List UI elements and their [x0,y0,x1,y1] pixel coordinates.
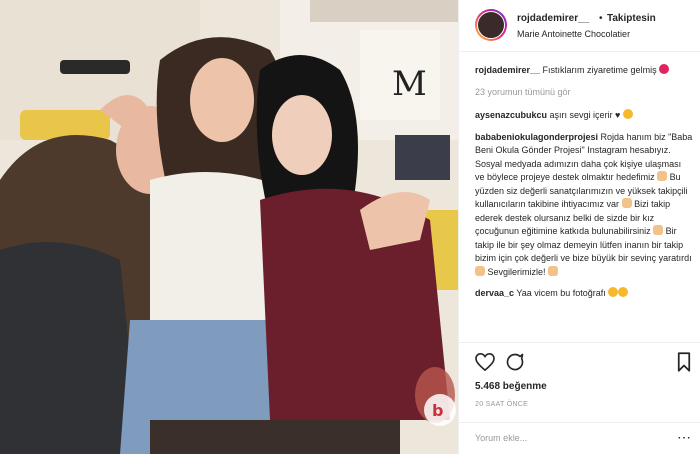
hands-emoji-icon [548,265,559,276]
header-username[interactable]: rojdademirer__ [517,13,589,24]
instagram-post: M b rojdademirer__ • Takiptesin Marie An… [0,0,700,454]
add-comment-bar: Yorum ekle... ⋯ [459,422,700,455]
photo-illustration: M b [0,0,458,454]
comment-item: dervaa_c Yaa vicem bu fotoğrafı [475,287,693,301]
svg-text:b: b [432,401,443,420]
follow-status-button[interactable]: Takiptesin [607,13,656,24]
heart-emoji-icon [659,64,670,74]
location-link[interactable]: Marie Antoinette Chocolatier [517,29,630,39]
caption-username[interactable]: rojdademirer__ [475,65,540,75]
hands-emoji-icon [621,198,632,208]
hands-emoji-icon [657,171,668,181]
comment-item: bababeniokulagonderprojesi Rojda hanım b… [475,131,693,280]
bookmark-icon[interactable] [677,352,691,372]
svg-text:M: M [392,64,427,104]
post-header: rojdademirer__ • Takiptesin Marie Antoin… [459,0,700,52]
comment-text: Yaa vicem bu fotoğrafı [516,288,606,298]
comment-text: aşırı sevgi içerir ♥ [549,110,621,120]
post-timestamp: 20 SAAT ÖNCE [475,401,529,408]
post-photo[interactable]: M b [0,0,458,454]
comment-text-5: Sevgilerimizle! [487,266,546,277]
add-comment-input[interactable]: Yorum ekle... [475,433,527,443]
more-options-icon[interactable]: ⋯ [677,429,691,446]
avatar[interactable] [475,9,507,41]
comment-username[interactable]: bababeniokulagonderprojesi [475,132,598,142]
header-separator: • [599,13,603,24]
comment-username[interactable]: dervaa_c [475,288,514,298]
comments-list: rojdademirer__ Fıstıklarım ziyaretime ge… [475,64,693,309]
comment-icon[interactable] [505,352,525,372]
heart-icon[interactable] [475,353,495,371]
likes-count[interactable]: 5.468 beğenme [475,381,547,392]
heart-eyes-emoji-icon [622,109,633,119]
comment-item: aysenazcubukcu aşırı sevgi içerir ♥ [475,109,693,123]
caption-text: Fıstıklarım ziyaretime gelmiş [542,65,657,75]
heart-eyes-emoji-icon [618,287,629,297]
action-bar: 5.468 beğenme 20 SAAT ÖNCE [459,342,700,423]
comment-username[interactable]: aysenazcubukcu [475,110,547,120]
post-sidebar: rojdademirer__ • Takiptesin Marie Antoin… [458,0,700,454]
hands-emoji-icon [475,265,485,276]
heart-eyes-emoji-icon [608,287,619,297]
caption: rojdademirer__ Fıstıklarım ziyaretime ge… [475,64,693,78]
view-all-comments-link[interactable]: 23 yorumun tümünü gör [475,86,693,100]
hands-emoji-icon [653,225,664,235]
